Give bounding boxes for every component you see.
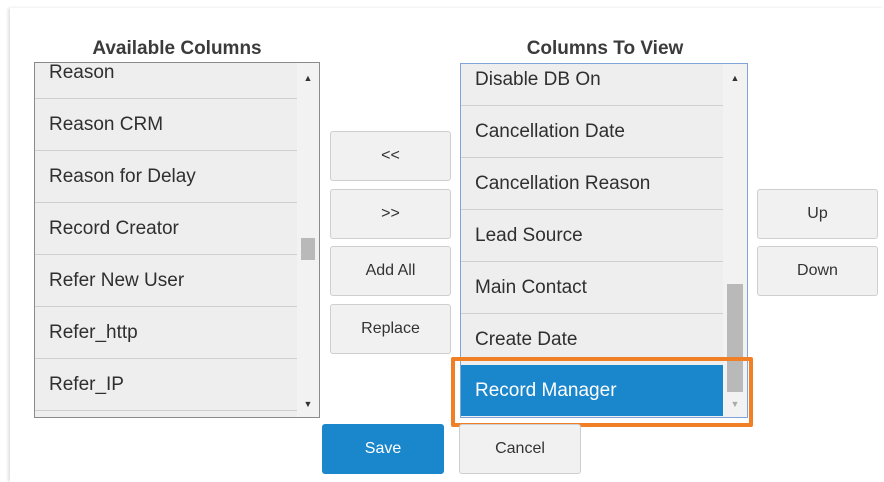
move-up-button[interactable]: Up [757,189,878,239]
replace-button[interactable]: Replace [330,304,451,354]
list-item[interactable]: Cancellation Date [461,107,723,158]
add-column-button[interactable]: >> [330,189,451,239]
scroll-down-icon[interactable]: ▼ [300,397,316,411]
remove-column-button[interactable]: << [330,131,451,181]
list-item-selected[interactable]: Record Manager [461,365,723,416]
move-down-button[interactable]: Down [757,246,878,296]
list-item[interactable]: Refer New User [35,256,297,307]
available-columns-listbox[interactable]: Reason Reason CRM Reason for Delay Recor… [34,62,320,418]
columns-to-view-title: Columns To View [526,38,684,59]
columns-to-view-listbox[interactable]: Disable DB On Cancellation Date Cancella… [460,63,748,418]
list-item[interactable]: Cancellation Reason [461,159,723,210]
list-item[interactable]: Refer_http [35,308,297,359]
list-item[interactable]: Main Contact [461,263,723,314]
list-item[interactable]: Create Date [461,315,723,366]
list-item[interactable]: Reason [35,63,297,99]
list-item[interactable]: Reason for Delay [35,152,297,203]
list-item[interactable]: Lead Source [461,211,723,262]
list-item[interactable] [35,412,297,417]
scroll-up-icon[interactable]: ▲ [727,71,743,85]
scroll-up-icon[interactable]: ▲ [300,71,316,85]
list-item[interactable]: Refer_IP [35,360,297,411]
add-all-button[interactable]: Add All [330,246,451,296]
cancel-button[interactable]: Cancel [459,424,581,474]
scroll-down-icon[interactable]: ▼ [727,397,743,411]
available-columns-title: Available Columns [92,38,262,59]
list-item[interactable]: Reason CRM [35,100,297,151]
available-scrollbar[interactable]: ▲ ▼ [297,63,319,417]
list-item[interactable]: Record Creator [35,204,297,255]
available-scroll-thumb[interactable] [301,238,315,260]
save-button[interactable]: Save [322,424,444,474]
list-item[interactable]: Disable DB On [461,64,723,106]
view-scrollbar[interactable]: ▲ ▼ [723,64,747,417]
view-scroll-thumb[interactable] [727,284,743,392]
